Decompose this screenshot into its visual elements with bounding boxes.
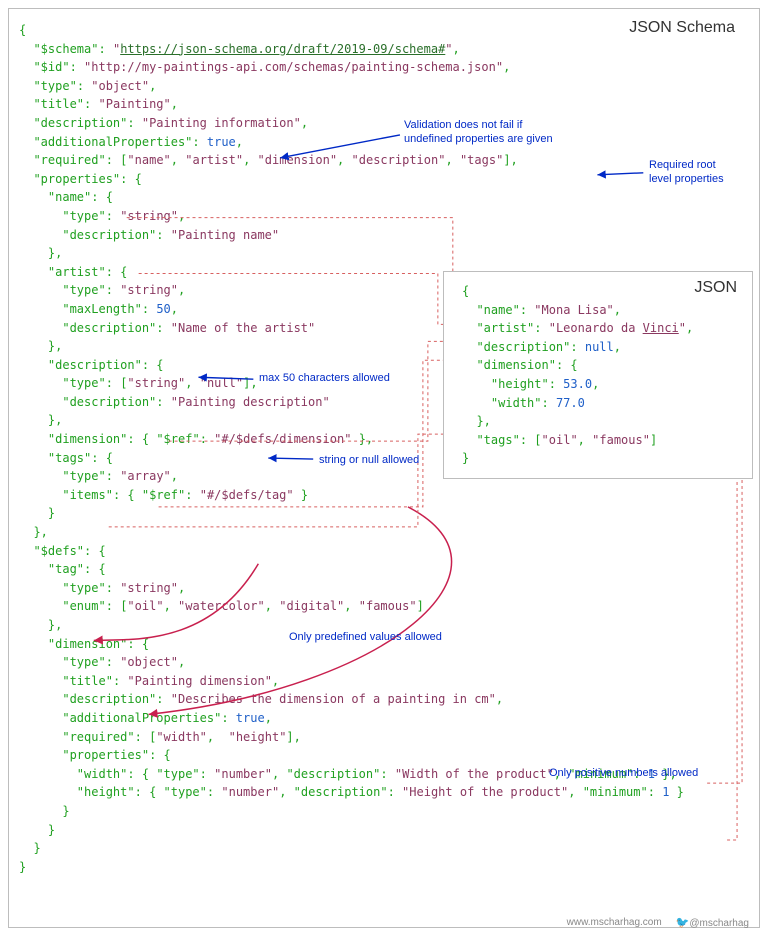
json-panel-label: JSON (694, 279, 737, 297)
annotation-positive: Only positive numbers allowed (549, 767, 698, 781)
footer-handle: 🐦@mscharhag (676, 916, 749, 929)
twitter-icon: 🐦 (676, 917, 690, 929)
page-frame: JSON Schema JSON Validation does not fai… (8, 8, 760, 928)
annotation-enum: Only predefined values allowed (289, 631, 442, 645)
annotation-maxlength: max 50 characters allowed (259, 372, 390, 386)
schema-panel-label: JSON Schema (629, 19, 735, 37)
json-instance-block: { "name": "Mona Lisa", "artist": "Leonar… (443, 271, 753, 479)
annotation-string-null: string or null allowed (319, 454, 419, 468)
footer-site: www.mscharhag.com (567, 917, 662, 928)
annotation-additional-props: Validation does not fail ifundefined pro… (404, 119, 604, 147)
annotation-required: Required rootlevel properties (649, 159, 749, 187)
footer: www.mscharhag.com 🐦@mscharhag (567, 916, 749, 929)
